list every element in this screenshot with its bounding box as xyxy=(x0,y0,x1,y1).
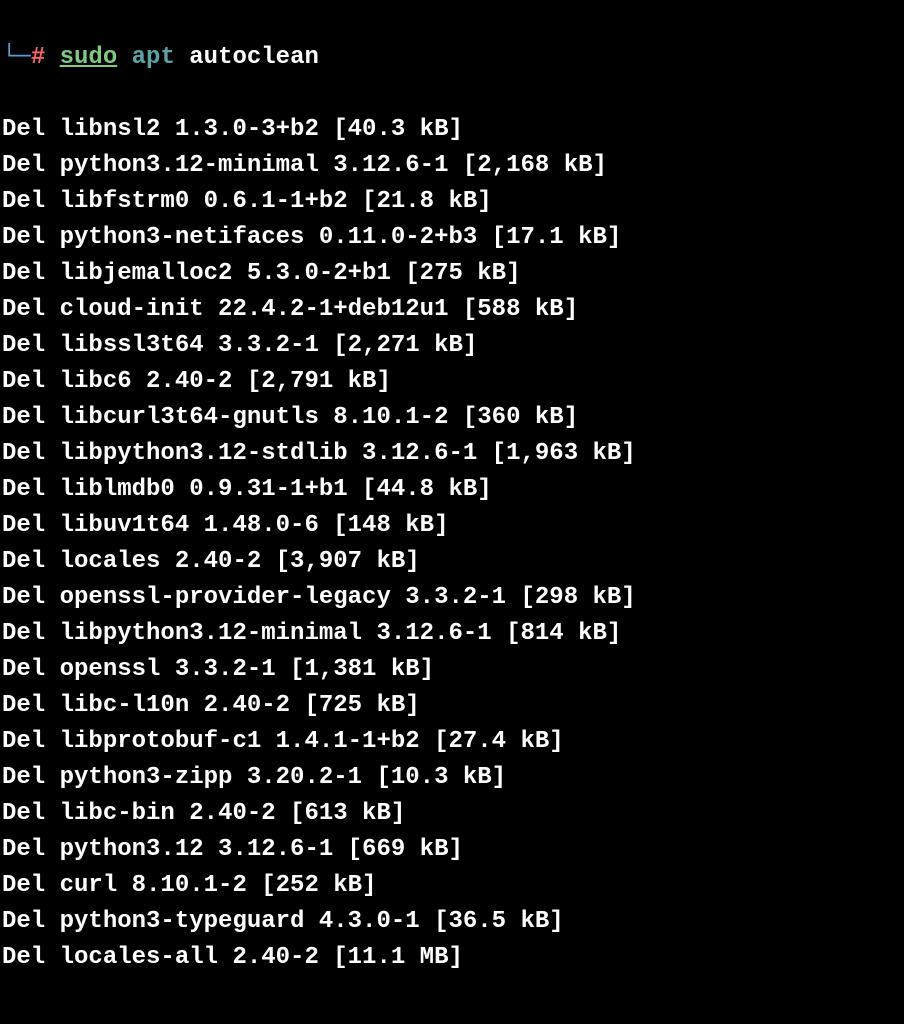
output-line: Del libuv1t64 1.48.0-6 [148 kB] xyxy=(2,508,902,544)
command-line[interactable]: └─# sudo apt autoclean xyxy=(2,40,902,76)
prompt-branch-icon: └─ xyxy=(2,44,31,71)
output-line: Del locales 2.40-2 [3,907 kB] xyxy=(2,544,902,580)
output-line: Del libnsl2 1.3.0-3+b2 [40.3 kB] xyxy=(2,112,902,148)
output-line: Del locales-all 2.40-2 [11.1 MB] xyxy=(2,940,902,976)
prompt-hash: # xyxy=(31,44,45,71)
output-line: Del libc-l10n 2.40-2 [725 kB] xyxy=(2,688,902,724)
output-line: Del libssl3t64 3.3.2-1 [2,271 kB] xyxy=(2,328,902,364)
output-line: Del libpython3.12-stdlib 3.12.6-1 [1,963… xyxy=(2,436,902,472)
output-line: Del openssl-provider-legacy 3.3.2-1 [298… xyxy=(2,580,902,616)
output-line: Del libprotobuf-c1 1.4.1-1+b2 [27.4 kB] xyxy=(2,724,902,760)
output-line: Del python3-typeguard 4.3.0-1 [36.5 kB] xyxy=(2,904,902,940)
output-line: Del python3-zipp 3.20.2-1 [10.3 kB] xyxy=(2,760,902,796)
output-lines-container: Del libnsl2 1.3.0-3+b2 [40.3 kB]Del pyth… xyxy=(2,112,902,976)
output-line: Del libcurl3t64-gnutls 8.10.1-2 [360 kB] xyxy=(2,400,902,436)
output-line: Del liblmdb0 0.9.31-1+b1 [44.8 kB] xyxy=(2,472,902,508)
output-line: Del curl 8.10.1-2 [252 kB] xyxy=(2,868,902,904)
output-line: Del libjemalloc2 5.3.0-2+b1 [275 kB] xyxy=(2,256,902,292)
output-line: Del libc6 2.40-2 [2,791 kB] xyxy=(2,364,902,400)
output-line: Del python3.12-minimal 3.12.6-1 [2,168 k… xyxy=(2,148,902,184)
output-line: Del libpython3.12-minimal 3.12.6-1 [814 … xyxy=(2,616,902,652)
output-line: Del libfstrm0 0.6.1-1+b2 [21.8 kB] xyxy=(2,184,902,220)
cmd-apt: apt xyxy=(132,44,175,71)
cmd-argument: autoclean xyxy=(189,44,319,71)
cmd-sudo: sudo xyxy=(60,44,118,71)
output-line: Del openssl 3.3.2-1 [1,381 kB] xyxy=(2,652,902,688)
output-line: Del cloud-init 22.4.2-1+deb12u1 [588 kB] xyxy=(2,292,902,328)
output-line: Del python3.12 3.12.6-1 [669 kB] xyxy=(2,832,902,868)
output-line: Del python3-netifaces 0.11.0-2+b3 [17.1 … xyxy=(2,220,902,256)
terminal-output: └─# sudo apt autoclean Del libnsl2 1.3.0… xyxy=(2,4,902,1012)
output-line: Del libc-bin 2.40-2 [613 kB] xyxy=(2,796,902,832)
